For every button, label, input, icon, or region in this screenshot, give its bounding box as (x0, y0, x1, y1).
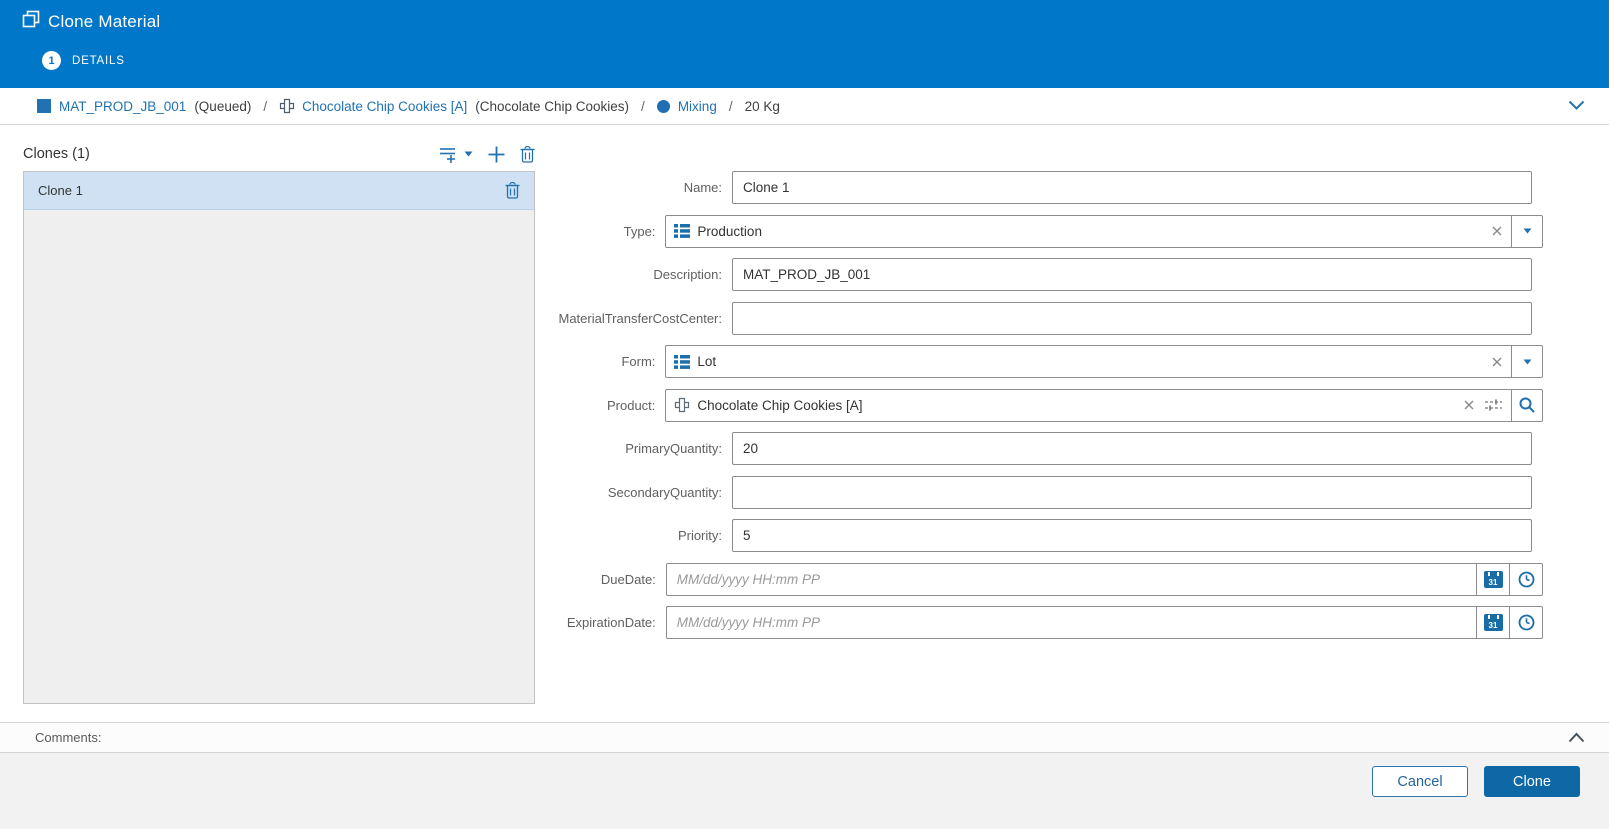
comments-label: Comments: (35, 730, 102, 745)
add-multiple-button[interactable] (440, 146, 473, 163)
clock-icon[interactable] (1509, 563, 1542, 595)
breadcrumb: MAT_PROD_JB_001 (Queued) / Chocolate Chi… (0, 88, 1609, 125)
breadcrumb-separator: / (263, 98, 268, 114)
material-transfer-cost-center-input[interactable] (732, 301, 1532, 335)
form-row-name: Name: (420, 171, 1543, 204)
secondary-quantity-label: SecondaryQuantity: (607, 484, 722, 500)
form-row-expiration-date: ExpirationDate: 31 (420, 606, 1543, 639)
details-form: Name: Type: Production Descriptio (420, 171, 1543, 650)
clone-icon (22, 10, 40, 33)
form-row-due-date: DueDate: 31 (420, 562, 1543, 596)
breadcrumb-material-link[interactable]: MAT_PROD_JB_001 (59, 99, 186, 114)
list-icon (674, 224, 691, 238)
product-icon (674, 397, 690, 413)
priority-label: Priority: (677, 528, 722, 543)
product-icon (279, 98, 295, 114)
clone-item-name: Clone 1 (38, 183, 83, 198)
breadcrumb-step-link[interactable]: Mixing (678, 99, 717, 114)
dropdown-icon[interactable] (1511, 346, 1542, 377)
dropdown-icon[interactable] (1511, 215, 1542, 247)
breadcrumb-separator: / (728, 98, 733, 114)
expiration-date-field: 31 (665, 606, 1543, 639)
material-transfer-cost-center-label: MaterialTransferCostCenter: (558, 310, 722, 326)
filter-icon[interactable] (1483, 398, 1511, 412)
product-picker[interactable]: Chocolate Chip Cookies [A] (665, 388, 1543, 422)
clone-button[interactable]: Clone (1484, 766, 1580, 797)
calendar-icon[interactable]: 31 (1476, 563, 1509, 595)
form-row-secondary-quantity: SecondaryQuantity: (420, 475, 1543, 509)
form-row-description: Description: (420, 258, 1543, 291)
name-input[interactable] (732, 171, 1532, 204)
clones-panel-title: Clones (1) (23, 146, 90, 162)
comments-bar: Comments: (0, 722, 1609, 753)
cancel-button[interactable]: Cancel (1372, 766, 1468, 797)
clear-icon[interactable] (1455, 400, 1483, 410)
description-input[interactable] (732, 258, 1532, 291)
form-row-type: Type: Production (420, 214, 1543, 248)
dialog-title: Clone Material (48, 11, 161, 31)
breadcrumb-quantity: 20 Kg (744, 98, 780, 114)
form-row-form: Form: Lot (420, 345, 1543, 378)
clear-icon[interactable] (1483, 357, 1511, 367)
form-value: Lot (697, 354, 717, 369)
due-date-field: 31 (665, 562, 1543, 596)
due-date-input[interactable] (666, 563, 1476, 595)
expiration-date-input[interactable] (666, 607, 1476, 638)
form-row-product: Product: Chocolate Chip Cookies [A] (420, 388, 1543, 422)
material-lot-icon (37, 99, 51, 113)
primary-quantity-label: PrimaryQuantity: (625, 441, 722, 456)
dialog-header: Clone Material 1 DETAILS (0, 0, 1609, 88)
priority-input[interactable] (732, 519, 1532, 552)
chevron-down-icon[interactable] (1568, 99, 1585, 114)
wizard-step-details[interactable]: 1 DETAILS (42, 51, 125, 70)
name-label: Name: (683, 180, 722, 195)
primary-quantity-input[interactable] (732, 432, 1532, 465)
description-label: Description: (653, 267, 722, 282)
product-value: Chocolate Chip Cookies [A] (697, 397, 863, 413)
secondary-quantity-input[interactable] (732, 475, 1532, 509)
breadcrumb-separator: / (641, 98, 645, 114)
clock-icon[interactable] (1509, 607, 1542, 638)
form-label: Form: (621, 354, 656, 369)
delete-all-button[interactable] (520, 145, 535, 163)
expiration-date-label: ExpirationDate: (566, 615, 656, 630)
add-clone-button[interactable] (488, 146, 505, 163)
step-status-icon (656, 99, 670, 113)
product-label: Product: (606, 397, 656, 413)
step-number-badge: 1 (42, 51, 61, 70)
breadcrumb-product-link[interactable]: Chocolate Chip Cookies [A] (302, 99, 467, 114)
type-combobox[interactable]: Production (665, 214, 1543, 248)
form-row-material-transfer-cost-center: MaterialTransferCostCenter: (420, 301, 1543, 335)
footer-bar: Cancel Clone (0, 753, 1609, 829)
chevron-up-icon[interactable] (1568, 732, 1585, 743)
form-row-primary-quantity: PrimaryQuantity: (420, 432, 1543, 465)
form-combobox[interactable]: Lot (665, 345, 1543, 378)
type-label: Type: (623, 223, 656, 239)
material-status: (Queued) (194, 98, 252, 114)
type-value: Production (697, 223, 762, 239)
product-description: (Chocolate Chip Cookies) (475, 98, 630, 114)
clear-icon[interactable] (1483, 226, 1511, 236)
form-row-priority: Priority: (420, 519, 1543, 552)
calendar-icon[interactable]: 31 (1476, 607, 1509, 638)
search-icon[interactable] (1511, 389, 1542, 421)
due-date-label: DueDate: (600, 571, 656, 587)
step-label: DETAILS (72, 54, 125, 67)
list-icon (674, 354, 691, 369)
